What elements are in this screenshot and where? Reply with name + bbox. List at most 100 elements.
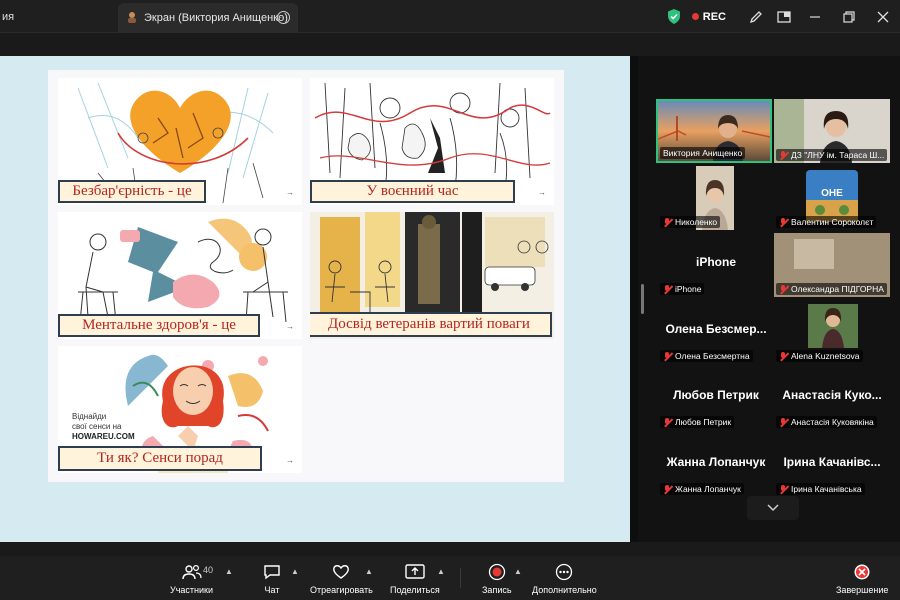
panel-resize-handle[interactable] <box>641 284 644 314</box>
card-label-mental-health: Ментальне здоров'я - це <box>58 314 260 337</box>
video-tile-viktoriia[interactable]: Виктория Анищенко <box>656 99 772 163</box>
participant-name-tag: iPhone <box>660 283 705 295</box>
video-tile-alena[interactable]: Alena Kuznetsova <box>774 300 890 364</box>
chat-bubble-icon <box>263 562 281 582</box>
mic-muted-icon <box>779 217 788 227</box>
participant-name: Жанна Лопанчук <box>675 484 741 494</box>
mic-muted-icon <box>663 217 672 227</box>
tile-iryna[interactable]: Ірина Качанівс... Ірина Качанівська <box>774 433 890 497</box>
share-menu-caret[interactable]: ▲ <box>437 567 445 576</box>
layout-view-icon[interactable] <box>770 0 798 33</box>
svg-text:ОНЕ: ОНЕ <box>821 188 843 199</box>
record-button[interactable]: Запись <box>482 562 512 595</box>
tile-zhanna[interactable]: Жанна Лопанчук Жанна Лопанчук <box>658 433 774 497</box>
minimize-icon[interactable] <box>798 0 832 33</box>
participant-display-name: Любов Петрик <box>673 388 759 402</box>
mic-muted-icon <box>663 284 672 294</box>
card-label-veterans: Досвід ветеранів вартий поваги <box>310 312 552 337</box>
sharer-avatar-icon <box>126 11 138 26</box>
participant-name: iPhone <box>675 284 702 294</box>
share-divider <box>630 56 638 542</box>
security-shield-icon[interactable] <box>660 0 688 33</box>
restore-icon[interactable] <box>832 0 866 33</box>
mic-muted-icon <box>663 484 672 494</box>
participant-name-tag: Виктория Анищенко <box>660 147 746 159</box>
chevron-down-icon <box>767 504 779 512</box>
tile-iphone[interactable]: iPhone iPhone <box>658 233 774 297</box>
mic-muted-icon <box>779 351 788 361</box>
card-how-are-you[interactable]: Віднайди свої сенси на HOWAREU.COM Ти як… <box>58 346 302 473</box>
participants-gallery: Виктория Анищенко ДЗ "ЛНУ ім. Тараса Ш..… <box>638 56 900 542</box>
video-tile-lnu[interactable]: ДЗ "ЛНУ ім. Тараса Ш... <box>774 99 890 163</box>
participant-display-name: iPhone <box>695 255 736 269</box>
howareu-promo-text: Віднайди свої сенси на HOWAREU.COM <box>72 412 135 442</box>
previous-tab[interactable]: ия <box>0 0 118 33</box>
card-label-how-are-you: Ти як? Сенси порад <box>58 446 262 471</box>
arrow-right-icon: → <box>286 322 294 331</box>
more-button[interactable]: Дополнительно <box>532 562 597 595</box>
participant-name: Виктория Анищенко <box>663 148 743 158</box>
chat-button[interactable]: Чат <box>263 562 281 595</box>
video-tile-valentyn[interactable]: ОНЕ Валентин Сороколєт <box>774 166 890 230</box>
participant-name: Валентин Сороколєт <box>791 217 874 227</box>
participants-count: 40 <box>203 565 214 575</box>
share-button[interactable]: Поделиться <box>390 562 440 595</box>
arrow-right-icon: → <box>538 188 546 197</box>
chat-menu-caret[interactable]: ▲ <box>291 567 299 576</box>
react-button[interactable]: Отреагировать <box>310 562 373 595</box>
participants-menu-caret[interactable]: ▲ <box>225 567 233 576</box>
participant-name: Ірина Качанівська <box>791 484 862 494</box>
participant-name: Олена Безсмертна <box>675 351 750 361</box>
react-menu-caret[interactable]: ▲ <box>365 567 373 576</box>
card-wartime[interactable]: У воєнний час → <box>310 78 554 205</box>
annotate-pen-icon[interactable] <box>742 0 770 33</box>
tile-olena[interactable]: Олена Безсмер... Олена Безсмертна <box>658 300 774 364</box>
more-dots-icon <box>555 562 573 582</box>
screen-share-tab-title: Экран (Виктория Анищенко) <box>144 12 288 24</box>
toolbar-separator <box>460 568 461 588</box>
mic-muted-icon <box>779 484 788 494</box>
card-mental-health[interactable]: Ментальне здоров'я - це → <box>58 212 302 339</box>
record-dot-icon <box>691 13 699 20</box>
card-label-wartime: У воєнний час <box>310 180 515 203</box>
end-meeting-icon <box>853 562 871 582</box>
participant-name-tag: Жанна Лопанчук <box>660 483 744 495</box>
screen-share-tab[interactable]: Экран (Виктория Анищенко) ··· <box>118 3 298 33</box>
end-meeting-label: Завершение <box>836 585 889 595</box>
participant-name: Любов Петрик <box>675 417 732 427</box>
video-tile-oleksandra[interactable]: Олександра ПІДГОРНА <box>774 233 890 297</box>
participant-name-tag: Олена Безсмертна <box>660 350 753 362</box>
mic-muted-icon <box>663 417 672 427</box>
record-menu-caret[interactable]: ▲ <box>514 567 522 576</box>
react-label: Отреагировать <box>310 585 373 595</box>
participant-name-tag: Олександра ПІДГОРНА <box>776 283 887 295</box>
participant-name-tag: Ірина Качанівська <box>776 483 865 495</box>
tile-liubov[interactable]: Любов Петрик Любов Петрик <box>658 366 774 430</box>
close-icon[interactable] <box>866 0 900 33</box>
howareu-site: HOWAREU.COM <box>72 432 135 441</box>
share-screen-icon <box>405 562 425 582</box>
scroll-down-button[interactable] <box>747 496 799 520</box>
more-label: Дополнительно <box>532 585 597 595</box>
participant-name: Николенко <box>675 217 718 227</box>
mic-muted-icon <box>779 417 788 427</box>
chat-label: Чат <box>264 585 280 595</box>
card-accessibility[interactable]: Безбар'єрність - це → <box>58 78 302 205</box>
card-label-accessibility: Безбар'єрність - це <box>58 180 206 203</box>
participant-name: ДЗ "ЛНУ ім. Тараса Ш... <box>791 150 885 160</box>
more-options-icon[interactable]: ··· <box>277 11 290 24</box>
howareu-line2: свої сенси на <box>72 422 122 431</box>
recording-indicator[interactable]: REC <box>691 11 726 23</box>
participant-display-name: Олена Безсмер... <box>665 322 767 336</box>
participant-name: Олександра ПІДГОРНА <box>791 284 884 294</box>
video-tile-nykolenko[interactable]: Николенко <box>658 166 774 230</box>
tile-anastasiia[interactable]: Анастасія Куко... Анастасія Куковякіна <box>774 366 890 430</box>
heart-icon <box>332 562 350 582</box>
end-meeting-button[interactable]: Завершение <box>836 562 888 595</box>
participant-name-tag: Анастасія Куковякіна <box>776 416 877 428</box>
arrow-right-icon: → <box>286 456 294 465</box>
meeting-toolbar: Участники 40 ▲ Чат ▲ Отреагировать ▲ Под… <box>0 556 900 600</box>
card-veterans[interactable]: Досвід ветеранів вартий поваги <box>310 212 554 339</box>
participant-display-name: Анастасія Куко... <box>782 388 882 402</box>
title-bar: ия Экран (Виктория Анищенко) ··· REC <box>0 0 900 33</box>
